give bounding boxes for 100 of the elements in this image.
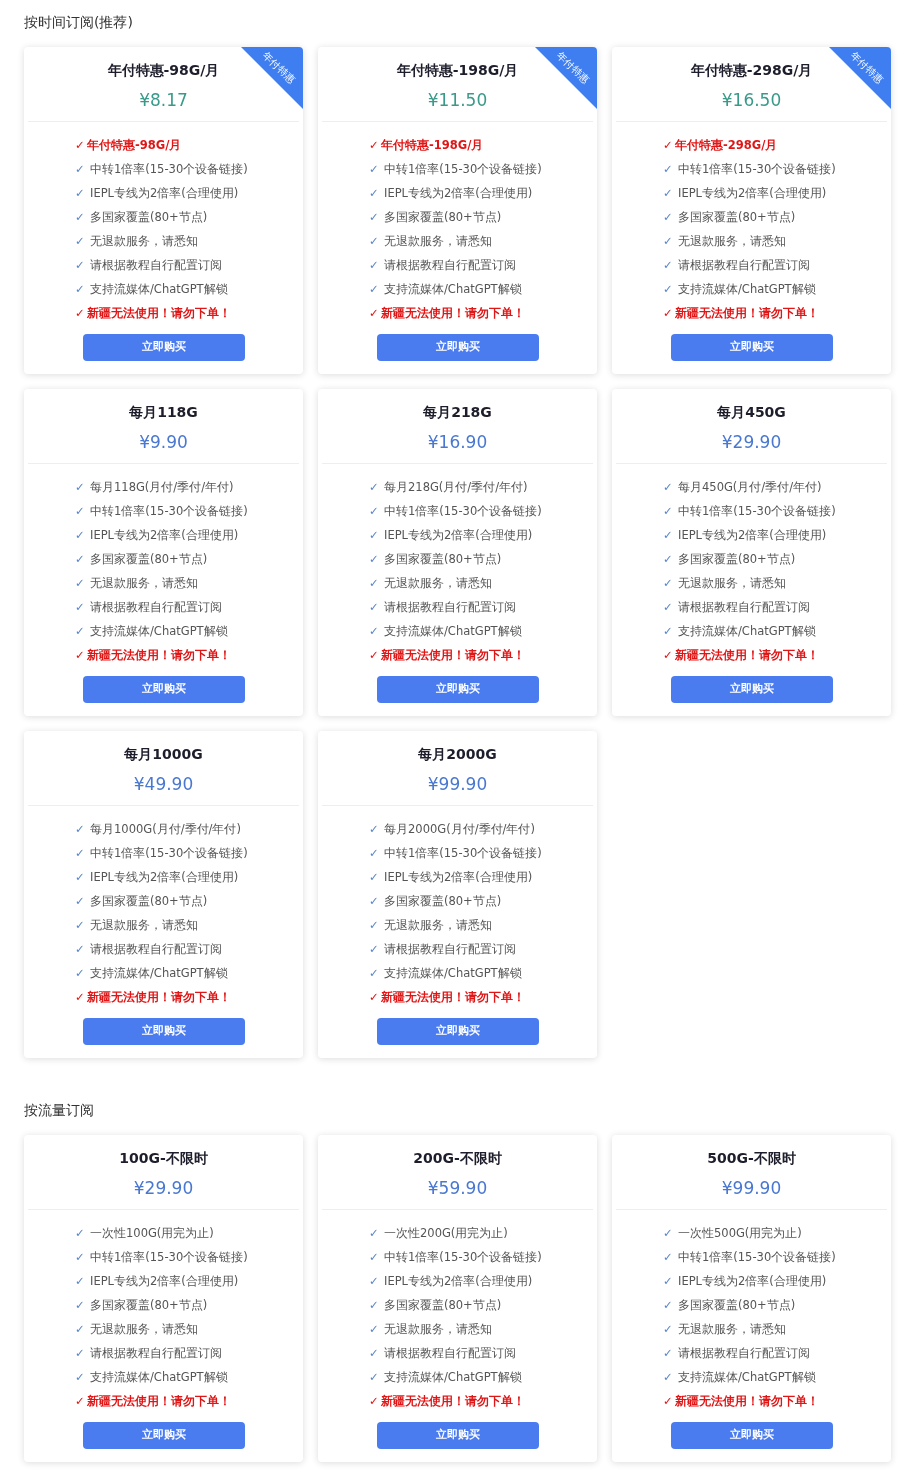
check-mark: ✓ <box>369 305 380 323</box>
feature-text: 新疆无法使用！请勿下单！ <box>381 1393 525 1411</box>
check-mark: ✓ <box>75 1321 86 1339</box>
feature-text: 无退款服务，请悉知 <box>384 575 492 593</box>
feature-text: 支持流媒体/ChatGPT解锁 <box>90 623 228 641</box>
feature-text: 无退款服务，请悉知 <box>90 575 198 593</box>
check-mark: ✓ <box>369 965 380 983</box>
feature-text: 多国家覆盖(80+节点) <box>90 209 208 227</box>
feature-text: 请根据教程自行配置订阅 <box>384 1345 516 1363</box>
feature-text: 中转1倍率(15-30个设备链接) <box>384 1249 542 1267</box>
check-mark: ✓ <box>369 917 380 935</box>
buy-button[interactable]: 立即购买 <box>82 1422 245 1449</box>
check-mark: ✓ <box>369 599 380 617</box>
feature-text: 多国家覆盖(80+节点) <box>384 551 502 569</box>
feature-text: 多国家覆盖(80+节点) <box>384 893 502 911</box>
check-mark: ✓ <box>369 233 380 251</box>
feature-text: 年付特惠-98G/月 <box>87 137 182 155</box>
feature-text: 中转1倍率(15-30个设备链接) <box>90 503 248 521</box>
buy-button[interactable]: 立即购买 <box>82 676 245 703</box>
feature-text: 支持流媒体/ChatGPT解锁 <box>90 281 228 299</box>
feature-text: IEPL专线为2倍率(合理使用) <box>678 1273 827 1291</box>
buy-button[interactable]: 立即购买 <box>670 1422 833 1449</box>
feature-text: 中转1倍率(15-30个设备链接) <box>384 845 542 863</box>
check-mark: ✓ <box>663 1321 674 1339</box>
check-mark: ✓ <box>663 1369 674 1387</box>
feature-text: IEPL专线为2倍率(合理使用) <box>90 1273 239 1291</box>
plan-title: 年付特惠-198G/月 <box>396 61 519 79</box>
check-mark: ✓ <box>369 527 380 545</box>
feature-text: 请根据教程自行配置订阅 <box>678 1345 810 1363</box>
feature-text: 多国家覆盖(80+节点) <box>384 209 502 227</box>
buy-button[interactable]: 立即购买 <box>376 334 539 361</box>
feature-text: 支持流媒体/ChatGPT解锁 <box>678 1369 816 1387</box>
feature-text: 每月1000G(月付/季付/年付) <box>90 821 241 839</box>
feature-text: 新疆无法使用！请勿下单！ <box>675 647 819 665</box>
plan-title: 200G-不限时 <box>413 1149 502 1167</box>
check-mark: ✓ <box>75 1273 86 1291</box>
check-mark: ✓ <box>663 1249 674 1267</box>
feature-text: 无退款服务，请悉知 <box>678 233 786 251</box>
plan-price: ¥99.90 <box>427 773 488 795</box>
check-mark: ✓ <box>75 623 86 641</box>
section-title: 按流量订阅 <box>24 1101 95 1120</box>
check-mark: ✓ <box>663 551 674 569</box>
feature-text: 一次性500G(用完为止) <box>678 1225 802 1243</box>
check-mark: ✓ <box>663 575 674 593</box>
feature-text: 无退款服务，请悉知 <box>384 1321 492 1339</box>
plan-price: ¥8.17 <box>139 89 188 111</box>
check-mark: ✓ <box>75 1249 86 1267</box>
feature-text: 年付特惠-298G/月 <box>675 137 778 155</box>
check-mark: ✓ <box>663 161 674 179</box>
check-mark: ✓ <box>75 647 86 665</box>
feature-text: IEPL专线为2倍率(合理使用) <box>90 869 239 887</box>
feature-text: 新疆无法使用！请勿下单！ <box>87 647 231 665</box>
feature-text: IEPL专线为2倍率(合理使用) <box>384 527 533 545</box>
check-mark: ✓ <box>663 1273 674 1291</box>
check-mark: ✓ <box>369 1273 380 1291</box>
check-mark: ✓ <box>663 137 674 155</box>
check-mark: ✓ <box>75 575 86 593</box>
check-mark: ✓ <box>75 965 86 983</box>
check-mark: ✓ <box>663 623 674 641</box>
check-mark: ✓ <box>369 869 380 887</box>
check-mark: ✓ <box>369 1369 380 1387</box>
feature-text: 新疆无法使用！请勿下单！ <box>87 989 231 1007</box>
plan-price: ¥16.90 <box>427 431 488 453</box>
check-mark: ✓ <box>663 257 674 275</box>
check-mark: ✓ <box>369 989 380 1007</box>
feature-text: 支持流媒体/ChatGPT解锁 <box>384 281 522 299</box>
buy-button[interactable]: 立即购买 <box>82 334 245 361</box>
corner-ribbon: 年付特惠 <box>535 47 597 109</box>
corner-ribbon: 年付特惠 <box>241 47 303 109</box>
check-mark: ✓ <box>75 161 86 179</box>
plan-title: 100G-不限时 <box>119 1149 208 1167</box>
check-mark: ✓ <box>663 305 674 323</box>
check-mark: ✓ <box>369 209 380 227</box>
plan-title: 每月1000G <box>124 745 203 763</box>
check-mark: ✓ <box>369 1225 380 1243</box>
plan-price: ¥99.90 <box>721 1177 782 1199</box>
buy-button[interactable]: 立即购买 <box>376 1422 539 1449</box>
feature-text: IEPL专线为2倍率(合理使用) <box>90 185 239 203</box>
check-mark: ✓ <box>369 575 380 593</box>
buy-button[interactable]: 立即购买 <box>376 676 539 703</box>
check-mark: ✓ <box>75 989 86 1007</box>
feature-text: 多国家覆盖(80+节点) <box>90 551 208 569</box>
check-mark: ✓ <box>369 647 380 665</box>
feature-text: 支持流媒体/ChatGPT解锁 <box>90 965 228 983</box>
feature-text: IEPL专线为2倍率(合理使用) <box>90 527 239 545</box>
buy-button[interactable]: 立即购买 <box>670 676 833 703</box>
feature-text: IEPL专线为2倍率(合理使用) <box>384 1273 533 1291</box>
check-mark: ✓ <box>75 1345 86 1363</box>
plan-title: 500G-不限时 <box>707 1149 796 1167</box>
feature-text: 多国家覆盖(80+节点) <box>678 551 796 569</box>
check-mark: ✓ <box>75 1297 86 1315</box>
check-mark: ✓ <box>75 1369 86 1387</box>
feature-text: 请根据教程自行配置订阅 <box>90 257 222 275</box>
feature-text: 请根据教程自行配置订阅 <box>384 599 516 617</box>
buy-button[interactable]: 立即购买 <box>376 1018 539 1045</box>
feature-text: 中转1倍率(15-30个设备链接) <box>678 161 836 179</box>
feature-text: 新疆无法使用！请勿下单！ <box>381 305 525 323</box>
feature-text: 新疆无法使用！请勿下单！ <box>381 647 525 665</box>
buy-button[interactable]: 立即购买 <box>82 1018 245 1045</box>
buy-button[interactable]: 立即购买 <box>670 334 833 361</box>
